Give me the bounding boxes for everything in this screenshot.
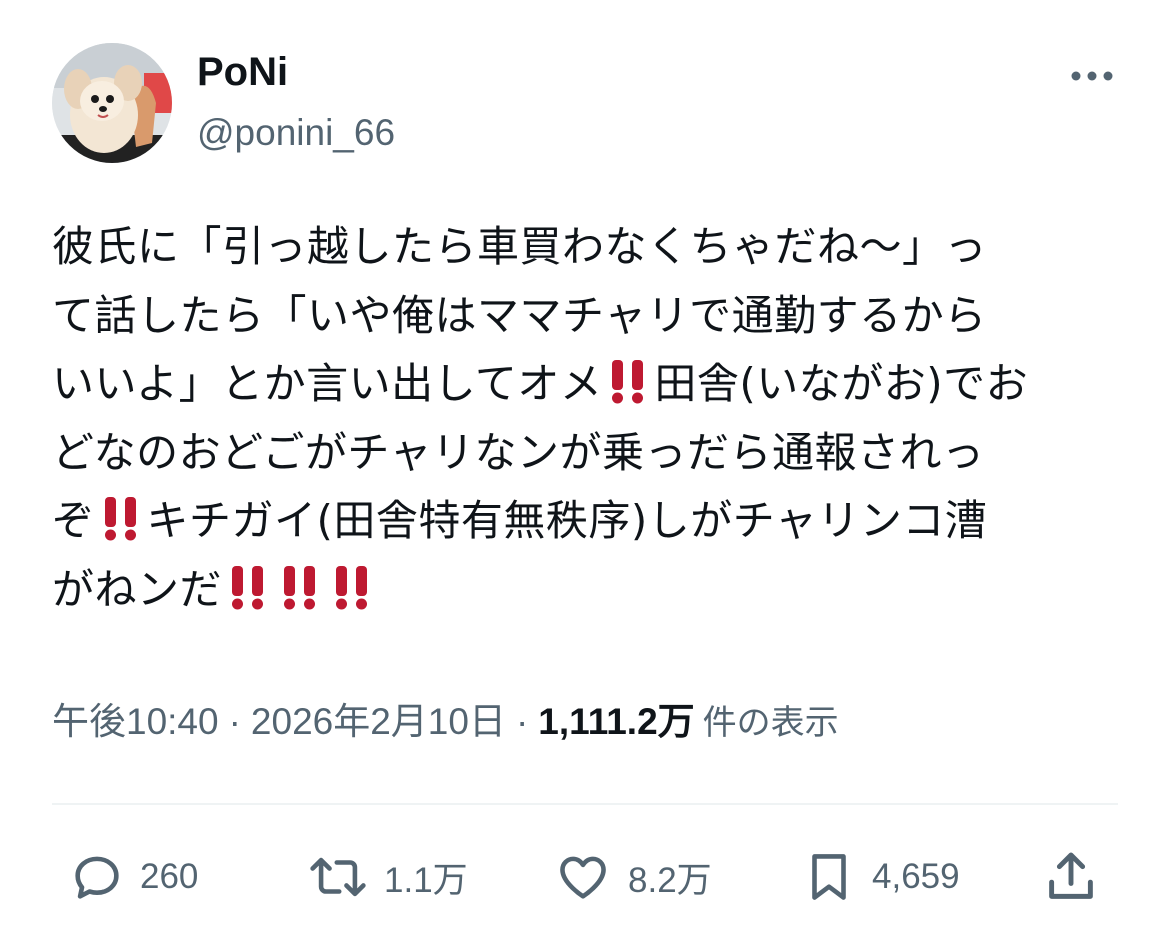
share-icon [1049,852,1093,899]
double-exclamation-icon [336,565,368,609]
double-exclamation-icon [612,360,644,404]
post-time[interactable]: 午後10:40 [52,701,219,742]
post-date[interactable]: 2026年2月10日 [251,701,506,742]
like-button[interactable]: 8.2万 [552,845,712,909]
tweet-line: 彼氏に「引っ越したら車買わなくちゃだね〜」っ [52,222,988,271]
views-label: 件の表示 [702,704,839,742]
more-options-button[interactable] [1062,56,1122,96]
double-exclamation-icon [284,565,316,609]
reply-count: 260 [140,857,199,896]
display-name[interactable]: PoNi [197,48,288,96]
share-button[interactable] [1040,845,1102,909]
tweet-text: 彼氏に「引っ越したら車買わなくちゃだね〜」っ て話したら「いや俺はママチャリで通… [52,213,1120,624]
double-exclamation-icon [104,497,136,541]
repost-button[interactable]: 1.1万 [306,845,468,909]
repost-count: 1.1万 [384,860,468,900]
meta-separator: · [228,701,241,742]
more-horizontal-icon [1071,71,1113,81]
like-count: 8.2万 [628,860,712,900]
tweet-line: がねンだ [52,556,1120,625]
bookmark-count: 4,659 [872,857,960,896]
avatar[interactable] [52,43,172,163]
tweet-line: いいよ」とか言い出してオメ 田舎(いながお)でお [52,350,1120,419]
tweet-line: ぞキチガイ(田舎特有無秩序)しがチャリンコ漕 [52,487,1120,556]
dog-avatar [52,43,172,163]
meta-separator: · [515,701,529,742]
user-handle[interactable]: @ponini_66 [197,110,395,156]
divider [52,803,1118,805]
repost-icon [310,857,366,897]
tweet-meta: 午後10:40 · 2026年2月10日 · 1,111.2万 件の表示 [52,698,839,747]
tweet-line: どなのおどごがチャリなンが乗っだら通報されっ [52,427,985,477]
bookmark-button[interactable]: 4,659 [800,845,960,909]
heart-icon [560,856,606,899]
double-exclamation-icon [232,565,264,609]
reply-icon [75,856,119,899]
tweet-line: て話したら「いや俺はママチャリで通勤するから [52,290,987,340]
bookmark-icon [812,854,846,900]
reply-button[interactable]: 260 [68,845,198,909]
views-count[interactable]: 1,111.2万 [538,701,694,742]
